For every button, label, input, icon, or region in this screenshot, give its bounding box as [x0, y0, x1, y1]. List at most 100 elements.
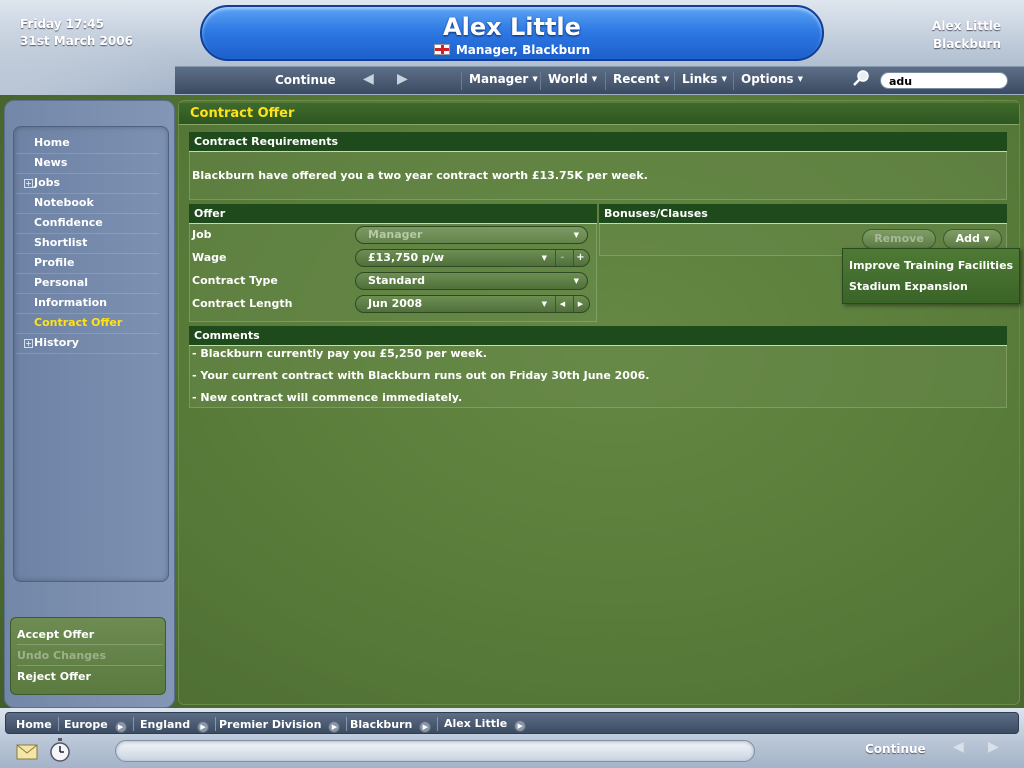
contract-length-value: Jun 2008: [368, 297, 423, 310]
sidebar-item-profile[interactable]: Profile: [16, 254, 159, 274]
chevron-right-icon[interactable]: ▶: [419, 721, 432, 733]
sidebar-item-label: Notebook: [34, 196, 94, 209]
contract-type-value: Standard: [368, 274, 426, 287]
breadcrumb-england[interactable]: England ▶: [140, 717, 217, 733]
continue-button[interactable]: Continue: [275, 73, 336, 87]
job-label: Job: [192, 228, 212, 241]
comment-line: - Blackburn currently pay you £5,250 per…: [192, 347, 487, 360]
contract-length-stepper[interactable]: Jun 2008 ▼ ◀ ▶: [355, 295, 590, 313]
chevron-down-icon: ▼: [797, 75, 803, 83]
menu-links[interactable]: Links ▼: [674, 72, 734, 90]
menu-manager[interactable]: Manager ▼: [461, 72, 545, 90]
chevron-down-icon: ▼: [591, 75, 598, 83]
chevron-right-icon[interactable]: ▶: [514, 720, 527, 732]
action-panel: Accept Offer Undo Changes Reject Offer: [10, 617, 166, 695]
chevron-down-icon: ▼: [573, 231, 579, 239]
expand-icon[interactable]: +: [24, 179, 33, 188]
sidebar-item-home[interactable]: Home: [16, 134, 159, 154]
sidebar-item-notebook[interactable]: Notebook: [16, 194, 159, 214]
job-select: Manager ▼: [355, 226, 588, 244]
breadcrumb-premier-division[interactable]: Premier Division ▶: [219, 717, 348, 733]
chevron-down-icon[interactable]: ▼: [542, 296, 547, 312]
sidebar-item-jobs[interactable]: + Jobs: [16, 174, 159, 194]
sidebar-item-label: Information: [34, 296, 107, 309]
mail-icon[interactable]: [16, 744, 38, 760]
chevron-down-icon: ▼: [573, 277, 579, 285]
breadcrumb: Home Europe ▶ England ▶ Premier Division ▶ …: [5, 712, 1019, 734]
search-icon[interactable]: [852, 69, 870, 87]
page-title: Alex Little: [443, 13, 581, 41]
sidebar-item-information[interactable]: Information: [16, 294, 159, 314]
wage-value: £13,750 p/w: [368, 251, 444, 264]
page-subtitle: Manager, Blackburn: [202, 43, 822, 57]
forward-arrow-icon[interactable]: ▶: [988, 739, 999, 755]
sidebar-item-personal[interactable]: Personal: [16, 274, 159, 294]
panel-title: Contract Offer: [179, 103, 1019, 125]
add-clause-dropdown: Improve Training Facilities Stadium Expa…: [842, 248, 1020, 304]
breadcrumb-label: Blackburn: [350, 718, 413, 731]
menu-item-improve-training-facilities[interactable]: Improve Training Facilities: [849, 259, 1013, 272]
game-date: Friday 17:45 31st March 2006: [20, 16, 133, 50]
chevron-right-icon[interactable]: ▶: [328, 721, 341, 733]
sidebar-item-label: Home: [34, 136, 70, 149]
breadcrumb-label: Europe: [64, 718, 108, 731]
back-arrow-icon[interactable]: ◀: [953, 739, 964, 755]
contract-type-select[interactable]: Standard ▼: [355, 272, 588, 290]
contract-type-label: Contract Type: [192, 274, 278, 287]
wage-decrease-button: -: [555, 250, 569, 266]
forward-arrow-icon[interactable]: ▶: [397, 71, 408, 87]
back-arrow-icon[interactable]: ◀: [363, 71, 374, 87]
menu-label: World: [548, 72, 588, 86]
app-window: Friday 17:45 31st March 2006 Alex Little…: [0, 0, 1024, 768]
stopwatch-icon[interactable]: [49, 738, 71, 762]
chevron-down-icon[interactable]: ▼: [542, 250, 547, 266]
wage-label: Wage: [192, 251, 227, 264]
wage-increase-button[interactable]: +: [573, 250, 587, 266]
reject-offer-button[interactable]: Reject Offer: [17, 667, 163, 687]
user-club[interactable]: Blackburn: [932, 35, 1001, 53]
menu-world[interactable]: World ▼: [540, 72, 604, 90]
menu-recent[interactable]: Recent ▼: [605, 72, 676, 90]
contract-length-label: Contract Length: [192, 297, 293, 310]
sidebar-item-label: Confidence: [34, 216, 103, 229]
title-banner: Alex Little Manager, Blackburn: [200, 5, 824, 61]
menu-label: Options: [741, 72, 794, 86]
search-input[interactable]: adu: [880, 72, 1008, 89]
sidebar-item-confidence[interactable]: Confidence: [16, 214, 159, 234]
job-value: Manager: [368, 228, 423, 241]
menu-label: Recent: [613, 72, 660, 86]
continue-button-bottom[interactable]: Continue: [865, 742, 926, 756]
user-name[interactable]: Alex Little: [932, 17, 1001, 35]
undo-changes-button: Undo Changes: [17, 646, 163, 666]
divider: [437, 717, 439, 731]
contract-length-prev-button[interactable]: ◀: [555, 296, 569, 312]
requirements-text: Blackburn have offered you a two year co…: [192, 169, 648, 182]
chevron-right-icon[interactable]: ▶: [114, 721, 127, 733]
processing-progress-bar: [115, 740, 755, 762]
game-time: Friday 17:45: [20, 17, 104, 31]
contract-length-next-button[interactable]: ▶: [573, 296, 587, 312]
user-info[interactable]: Alex Little Blackburn: [932, 17, 1001, 53]
sidebar-item-news[interactable]: News: [16, 154, 159, 174]
wage-stepper[interactable]: £13,750 p/w ▼ - +: [355, 249, 590, 267]
breadcrumb-home[interactable]: Home: [16, 717, 59, 731]
add-button[interactable]: Add ▼: [943, 229, 1002, 249]
breadcrumb-alex-little[interactable]: Alex Little ▶: [444, 717, 527, 732]
comment-line: - New contract will commence immediately…: [192, 391, 463, 404]
breadcrumb-blackburn[interactable]: Blackburn ▶: [350, 717, 439, 733]
menu-item-stadium-expansion[interactable]: Stadium Expansion: [849, 280, 968, 293]
divider: [132, 717, 134, 731]
chevron-down-icon: ▼: [721, 75, 727, 83]
sidebar-item-contract-offer[interactable]: Contract Offer: [16, 314, 159, 334]
add-label: Add: [955, 232, 980, 245]
expand-icon[interactable]: +: [24, 339, 33, 348]
breadcrumb-europe[interactable]: Europe ▶: [64, 717, 134, 733]
sidebar-item-label: History: [34, 336, 79, 349]
accept-offer-button[interactable]: Accept Offer: [17, 625, 163, 645]
menu-options[interactable]: Options ▼: [733, 72, 810, 90]
sidebar-item-history[interactable]: + History: [16, 334, 159, 354]
sidebar-item-shortlist[interactable]: Shortlist: [16, 234, 159, 254]
sidebar-item-label: Jobs: [34, 176, 61, 189]
divider: [57, 717, 59, 731]
chevron-right-icon[interactable]: ▶: [197, 721, 210, 733]
